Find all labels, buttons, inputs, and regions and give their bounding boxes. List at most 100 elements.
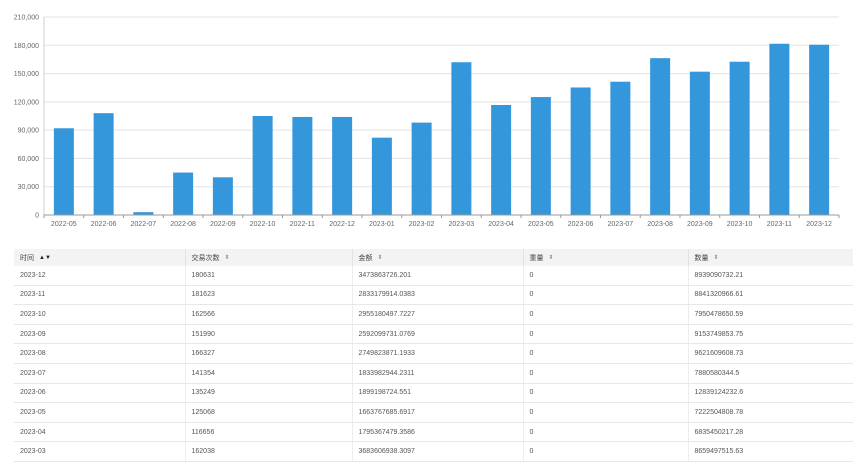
cell-weight: 0 bbox=[523, 324, 689, 345]
cell-amount: 3683606938.3097 bbox=[352, 441, 524, 462]
bar-2023-01[interactable] bbox=[371, 137, 392, 215]
cell-quantity: 9153749853.75 bbox=[688, 324, 853, 345]
bar-2023-05[interactable] bbox=[530, 97, 551, 215]
x-tick-label: 2022-10 bbox=[250, 221, 276, 228]
cell-quantity: 7880580344.5 bbox=[688, 363, 853, 384]
cell-time: 2023-06 bbox=[14, 383, 186, 404]
x-tick-label: 2023-01 bbox=[369, 221, 395, 228]
cell-weight: 0 bbox=[523, 266, 689, 286]
bar-2023-08[interactable] bbox=[650, 58, 671, 215]
table-row[interactable]: 2023-04 116656 1795367479.3586 0 6835450217.… bbox=[14, 422, 853, 443]
cell-amount: 1833982944.2311 bbox=[352, 363, 524, 384]
cell-trade-count: 125068 bbox=[185, 402, 353, 423]
sort-icon[interactable]: ⬍ bbox=[549, 254, 554, 261]
y-tick-label: 60,000 bbox=[18, 156, 40, 163]
bar-2023-02[interactable] bbox=[411, 122, 432, 215]
sort-desc-icon[interactable]: ▲▼ bbox=[39, 255, 51, 261]
cell-time: 2023-11 bbox=[14, 285, 186, 306]
y-tick-label: 120,000 bbox=[14, 99, 39, 106]
cell-trade-count: 141354 bbox=[185, 363, 353, 384]
bar-2022-08[interactable] bbox=[173, 172, 194, 215]
x-tick-label: 2023-12 bbox=[806, 221, 832, 228]
cell-quantity: 8939090732.21 bbox=[688, 266, 853, 286]
bar-2022-12[interactable] bbox=[332, 116, 353, 215]
bar-2023-06[interactable] bbox=[570, 87, 591, 215]
sort-icon[interactable]: ⬍ bbox=[225, 254, 230, 261]
cell-weight: 0 bbox=[523, 422, 689, 443]
x-tick-label: 2023-04 bbox=[488, 221, 514, 228]
bar-2023-12[interactable] bbox=[809, 44, 830, 216]
x-tick-label: 2023-05 bbox=[528, 221, 554, 228]
cell-time: 2023-03 bbox=[14, 441, 186, 462]
cell-amount: 2592099731.0769 bbox=[352, 324, 524, 345]
table-row[interactable]: 2023-06 135249 1899198724.551 0 12839124232.… bbox=[14, 383, 853, 404]
bar-2023-11[interactable] bbox=[769, 43, 790, 215]
x-tick-label: 2022-06 bbox=[91, 221, 117, 228]
x-tick-label: 2023-02 bbox=[409, 221, 435, 228]
cell-quantity: 7950478650.59 bbox=[688, 304, 853, 325]
table-row[interactable]: 2023-09 151990 2592099731.0769 0 9153749853.… bbox=[14, 324, 853, 345]
x-tick-label: 2022-05 bbox=[51, 221, 77, 228]
table-row[interactable]: 2023-08 166327 2749823871.1933 0 9621609608.… bbox=[14, 343, 853, 364]
x-tick-label: 2023-11 bbox=[767, 221, 792, 228]
cell-trade-count: 166327 bbox=[185, 343, 353, 364]
cell-weight: 0 bbox=[523, 441, 689, 462]
bar-2023-04[interactable] bbox=[491, 105, 512, 215]
cell-weight: 0 bbox=[523, 285, 689, 306]
column-header-amount[interactable]: 金额 ⬍ bbox=[352, 249, 524, 266]
bar-2023-03[interactable] bbox=[451, 62, 472, 215]
table-row[interactable]: 2023-11 181623 2833179914.0383 0 8841320966.… bbox=[14, 285, 853, 306]
sort-icon[interactable]: ⬍ bbox=[378, 254, 383, 261]
cell-quantity: 8659497515.63 bbox=[688, 441, 853, 462]
y-tick-label: 90,000 bbox=[18, 128, 40, 135]
y-tick-label: 150,000 bbox=[14, 71, 39, 78]
x-tick-label: 2022-12 bbox=[329, 221, 355, 228]
bar-2022-06[interactable] bbox=[93, 113, 114, 215]
cell-trade-count: 180631 bbox=[185, 266, 353, 286]
data-table: 时间 ▲▼ 交易次数 ⬍ 金额 ⬍ 重量 ⬍ 数量 ⬍ 2023-12 180631 3473… bbox=[14, 249, 853, 462]
x-tick-label: 2023-08 bbox=[647, 221, 673, 228]
x-tick-label: 2023-07 bbox=[608, 221, 634, 228]
y-tick-label: 30,000 bbox=[18, 184, 40, 191]
column-header-quantity[interactable]: 数量 ⬍ bbox=[688, 249, 853, 266]
x-tick-label: 2023-10 bbox=[727, 221, 753, 228]
cell-weight: 0 bbox=[523, 363, 689, 384]
y-tick-label: 0 bbox=[35, 213, 39, 220]
bar-2023-09[interactable] bbox=[689, 71, 710, 215]
cell-weight: 0 bbox=[523, 402, 689, 423]
bar-2022-10[interactable] bbox=[252, 116, 273, 215]
bar-2022-11[interactable] bbox=[292, 116, 313, 215]
column-header-trade-count[interactable]: 交易次数 ⬍ bbox=[185, 249, 353, 266]
cell-trade-count: 135249 bbox=[185, 383, 353, 404]
cell-time: 2023-09 bbox=[14, 324, 186, 345]
cell-amount: 3473863726.201 bbox=[352, 266, 524, 286]
table-row[interactable]: 2023-07 141354 1833982944.2311 0 7880580344.… bbox=[14, 363, 853, 384]
table-row[interactable]: 2023-05 125068 1663767685.6917 0 7222504808.… bbox=[14, 402, 853, 423]
cell-quantity: 6835450217.28 bbox=[688, 422, 853, 443]
cell-trade-count: 162038 bbox=[185, 441, 353, 462]
cell-amount: 2833179914.0383 bbox=[352, 285, 524, 306]
table-header: 时间 ▲▼ 交易次数 ⬍ 金额 ⬍ 重量 ⬍ 数量 ⬍ bbox=[14, 249, 853, 266]
table-row[interactable]: 2023-03 162038 3683606938.3097 0 8659497515.… bbox=[14, 441, 853, 462]
column-header-weight[interactable]: 重量 ⬍ bbox=[523, 249, 689, 266]
cell-time: 2023-05 bbox=[14, 402, 186, 423]
x-tick-label: 2022-07 bbox=[131, 221, 157, 228]
sort-icon[interactable]: ⬍ bbox=[714, 254, 719, 261]
cell-amount: 2955180497.7227 bbox=[352, 304, 524, 325]
cell-time: 2023-07 bbox=[14, 363, 186, 384]
cell-quantity: 8841320966.61 bbox=[688, 285, 853, 306]
y-tick-label: 210,000 bbox=[14, 15, 39, 22]
cell-quantity: 7222504808.78 bbox=[688, 402, 853, 423]
bar-2022-05[interactable] bbox=[53, 128, 74, 215]
column-header-time[interactable]: 时间 ▲▼ bbox=[14, 249, 186, 266]
cell-amount: 2749823871.1933 bbox=[352, 343, 524, 364]
cell-quantity: 9621609608.73 bbox=[688, 343, 853, 364]
table-row[interactable]: 2023-10 162566 2955180497.7227 0 7950478650.… bbox=[14, 304, 853, 325]
cell-amount: 1663767685.6917 bbox=[352, 402, 524, 423]
bar-2022-09[interactable] bbox=[212, 177, 233, 215]
cell-quantity: 12839124232.6 bbox=[688, 383, 853, 404]
x-tick-label: 2023-06 bbox=[568, 221, 594, 228]
bar-2023-10[interactable] bbox=[729, 61, 750, 216]
bar-2023-07[interactable] bbox=[610, 81, 631, 215]
table-row[interactable]: 2023-12 180631 3473863726.201 0 8939090732.2… bbox=[14, 266, 853, 286]
